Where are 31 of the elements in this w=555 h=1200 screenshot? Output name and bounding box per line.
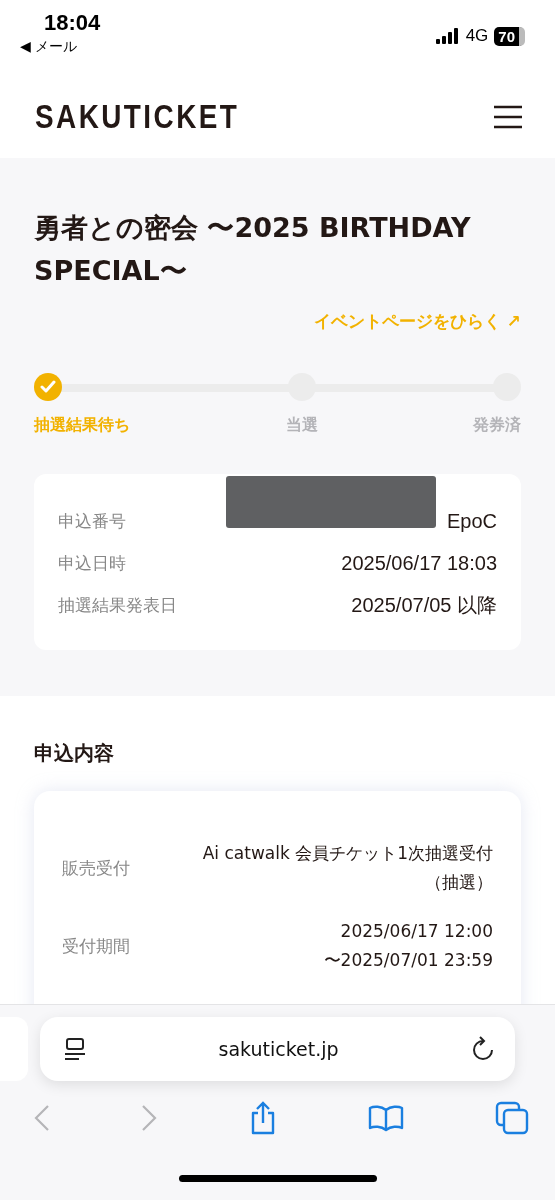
field-label: 申込番号 xyxy=(58,509,126,533)
event-title: 勇者との密会 〜2025 BIRTHDAY SPECIAL〜 xyxy=(34,211,472,288)
step-label: 発券済 xyxy=(473,415,521,436)
field-value: 2025/07/05 以降 xyxy=(351,592,497,618)
network-label: 4G xyxy=(465,26,489,46)
url-text: sakuticket.jp xyxy=(218,1038,339,1060)
site-logo[interactable]: SAKUTICKET xyxy=(35,97,240,136)
signal-icon xyxy=(435,28,460,44)
check-icon xyxy=(40,380,56,394)
address-bar[interactable]: sakuticket.jp xyxy=(40,1017,515,1081)
step-label: 当選 xyxy=(285,415,318,436)
tabs-icon[interactable] xyxy=(495,1101,529,1135)
battery-level: 70 xyxy=(494,26,525,46)
field-value: Ai catwalk 会員チケット1次抽選受付 xyxy=(202,842,493,865)
section-heading: 申込内容 xyxy=(34,740,115,767)
field-value: 2025/06/17 12:00 xyxy=(340,920,493,943)
field-value: EpoC xyxy=(446,509,497,533)
field-value: 〜2025/07/01 23:59 xyxy=(323,949,493,972)
bookmarks-icon[interactable] xyxy=(367,1104,404,1132)
reload-icon[interactable] xyxy=(471,1036,495,1062)
field-label: 抽選結果発表日 xyxy=(58,593,177,617)
menu-icon[interactable] xyxy=(493,104,523,129)
field-label: 申込日時 xyxy=(58,551,126,575)
field-label: 販売受付 xyxy=(62,856,130,880)
step-label: 抽選結果待ち xyxy=(34,415,130,436)
field-value: 2025/06/17 18:03 xyxy=(341,551,497,575)
field-label: 受付期間 xyxy=(62,934,130,958)
field-value: （抽選） xyxy=(425,871,493,894)
page-menu-icon[interactable] xyxy=(64,1037,86,1061)
status-time: 18:04 xyxy=(43,10,101,36)
back-to-app-link[interactable]: ◀ メール xyxy=(20,38,101,56)
